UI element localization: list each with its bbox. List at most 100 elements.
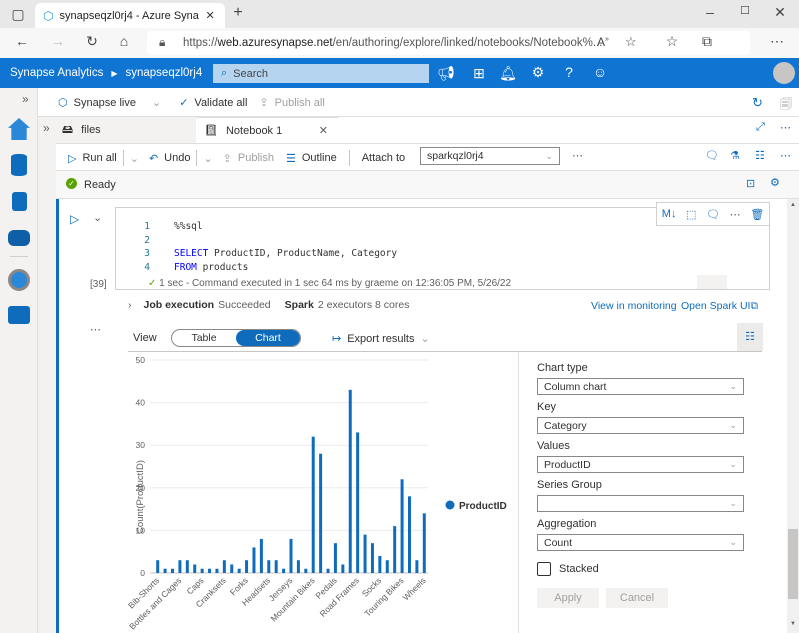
expand-job-icon[interactable]: › [128,299,132,311]
key-select[interactable]: Category ⌄ [537,417,744,434]
cancel-button[interactable]: Cancel [606,588,668,608]
url-input[interactable]: 🔒︎ https://web.azuresynapse.net/en/autho… [147,31,750,55]
bar-brakes[interactable] [193,564,197,573]
chart-view-option[interactable]: Chart [236,330,300,346]
maximize-icon[interactable]: ☐ [735,4,755,17]
expand-editor-icon[interactable]: ⤢ [756,121,765,134]
stop-session-icon[interactable]: ⊡ [746,177,755,190]
bar-chains[interactable] [208,568,212,573]
bar-bottles-and-cages[interactable] [178,560,182,573]
notebook-more-icon[interactable]: ⋯ [780,149,791,162]
cell-more-icon[interactable]: ⋯ [730,208,741,221]
bar-cleaners[interactable] [215,568,219,573]
outline-button[interactable]: Outline [302,152,337,164]
attach-to-select[interactable]: sparkqzl0rj4 ⌄ [420,147,560,165]
back-icon[interactable]: ← [12,33,32,49]
output-more-icon[interactable]: ⋯ [90,323,101,336]
bar-hydration-packs[interactable] [282,568,286,573]
integrate-hub-icon[interactable] [8,230,30,246]
cell-chevron-icon[interactable]: ⌄ [93,211,102,224]
bar-gloves[interactable] [252,547,256,573]
read-aloud-icon[interactable]: A» [597,35,609,49]
convert-markdown-icon[interactable]: M↓ [662,208,677,220]
search-input[interactable]: ⌕ Search [213,64,429,83]
bar-tires-and-tubes[interactable] [393,526,397,573]
code-editor[interactable]: 1 %%sql 2 3 SELECT ProductID, ProductName,… [120,220,397,274]
user-avatar[interactable] [773,62,795,84]
expand-nav-icon[interactable]: » [22,92,29,106]
bar-jerseys[interactable] [289,538,293,573]
undo-button[interactable]: Undo [164,152,190,164]
bar-caps[interactable] [200,568,204,573]
run-all-button[interactable]: Run all [82,152,116,164]
bar-bottom-brackets[interactable] [185,560,189,573]
bar-pumps[interactable] [341,564,345,573]
tab-notebook-1[interactable]: 📓︎ Notebook 1 ✕ [196,117,338,143]
chart-type-select[interactable]: Column chart ⌄ [537,378,744,395]
tab-files[interactable]: 🖴︎ files [56,117,196,143]
scroll-down-icon[interactable]: ▼ [790,621,796,627]
manage-hub-icon[interactable] [8,306,30,324]
legend-label[interactable]: ProductID [459,501,507,512]
live-mode-chevron-icon[interactable]: ⌄ [152,96,161,109]
product-name[interactable]: Synapse Analytics [10,67,103,79]
bar-derailleurs[interactable] [230,564,234,573]
discard-icon[interactable]: 🗐︎ [780,95,792,116]
bar-fenders[interactable] [237,568,241,573]
run-all-chevron-icon[interactable]: ⌄ [130,152,139,165]
bar-pedals[interactable] [333,543,337,573]
delete-cell-icon[interactable]: 🗑︎ [750,208,764,221]
home-icon[interactable]: ⌂ [114,33,134,49]
series-group-select[interactable]: ⌄ [537,495,744,512]
collections-icon[interactable]: ⧉ [697,33,717,50]
bar-bike-stands[interactable] [171,568,175,573]
add-favorite-icon[interactable]: ☆ [625,34,637,50]
data-hub-icon[interactable] [11,154,27,176]
values-select[interactable]: ProductID ⌄ [537,456,744,473]
help-icon[interactable]: ? [559,64,579,80]
stacked-checkbox[interactable] [537,562,551,576]
bar-road-frames[interactable] [356,432,360,573]
bar-mountain-bikes[interactable] [311,436,315,573]
properties-icon[interactable]: ☷ [755,149,765,162]
workspace-name[interactable]: synapseqzl0rj4 [126,67,203,79]
refresh-workspace-icon[interactable]: ↻ [752,95,763,111]
undo-chevron-icon[interactable]: ⌄ [203,152,212,165]
bar-vests[interactable] [415,560,419,573]
validate-all-button[interactable]: Validate all [194,97,247,109]
bar-touring-frames[interactable] [407,496,411,573]
vertical-scrollbar[interactable]: ▲ ▼ [787,199,799,633]
bar-headsets[interactable] [267,560,271,573]
home-hub-icon[interactable] [8,118,30,140]
bar-lights[interactable] [296,560,300,573]
synapse-live-button[interactable]: Synapse live [74,97,136,109]
scroll-up-icon[interactable]: ▲ [790,202,796,208]
bar-panniers[interactable] [326,568,330,573]
export-results-button[interactable]: ↦ Export results ⌄ [332,332,430,346]
attach-more-icon[interactable]: ⋯ [572,149,583,162]
bar-socks[interactable] [378,555,382,573]
bar-forks[interactable] [245,560,249,573]
expand-explorer-icon[interactable]: » [43,121,50,135]
job-execution-row[interactable]: › Job execution Succeeded Spark 2 execut… [128,299,409,311]
add-comment-icon[interactable]: 🗨︎ [706,208,720,221]
chart-settings-toggle-icon[interactable]: ☷ [737,323,763,351]
close-notebook-tab-icon[interactable]: ✕ [319,124,328,137]
favorites-icon[interactable]: ☆ [662,33,682,50]
bar-locks[interactable] [304,568,308,573]
table-view-option[interactable]: Table [172,330,236,346]
browser-tab[interactable]: ⬡ synapseqzl0rj4 - Azure Synapse A ✕ [35,3,225,28]
bar-tights[interactable] [385,560,389,573]
bar-cranksets[interactable] [222,560,226,573]
bar-wheels[interactable] [422,513,426,573]
view-in-monitoring-link[interactable]: View in monitoring [591,300,677,312]
minimize-icon[interactable]: – [700,4,720,20]
settings-gear-icon[interactable]: ⚙ [528,64,548,81]
announcement-icon[interactable]: 📢︎ [436,65,456,82]
open-spark-ui-link[interactable]: Open Spark UI⧉ [681,300,758,313]
aggregation-select[interactable]: Count ⌄ [537,534,744,551]
publish-button[interactable]: Publish [238,152,274,164]
bar-touring-bikes[interactable] [400,479,404,573]
close-window-icon[interactable]: ✕ [770,4,790,21]
scrollbar-thumb[interactable] [788,529,798,599]
